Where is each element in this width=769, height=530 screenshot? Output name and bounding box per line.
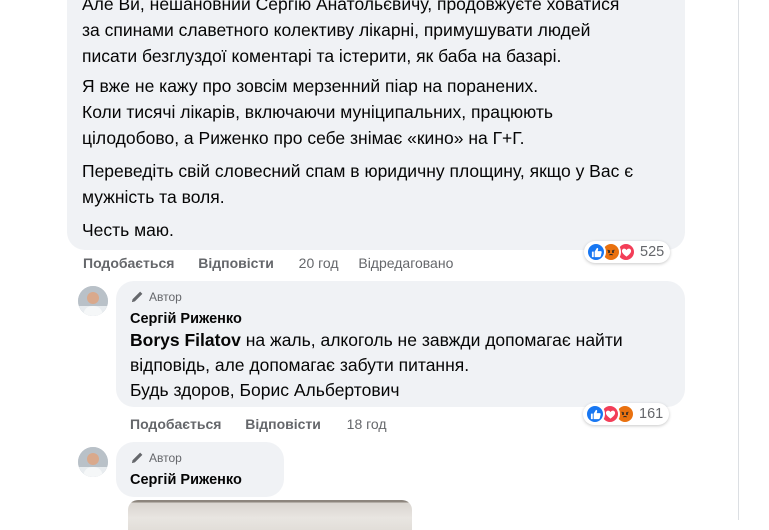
- comment-paragraph: Але Ви, нешановний Сергію Анатольєвичу, …: [82, 0, 619, 69]
- reply-text-line: Будь здоров, Борис Альбертович: [130, 380, 400, 400]
- author-badge-label: Автор: [149, 289, 182, 304]
- pencil-icon: [131, 452, 143, 464]
- comment-actions: Подобається Відповісти 20 год Відредагов…: [83, 255, 453, 271]
- avatar[interactable]: [78, 286, 108, 316]
- comment-line: мужність та воля.: [82, 187, 225, 207]
- comment-line: Переведіть свій словесний спам в юридичн…: [82, 161, 634, 181]
- comment-line: Я вже не кажу про зовсім мерзенний піар …: [82, 76, 539, 96]
- like-icon: [585, 404, 605, 424]
- author-badge-label: Автор: [149, 450, 182, 465]
- comment-line: Але Ви, нешановний Сергію Анатольєвичу, …: [82, 0, 620, 14]
- author-badge: Автор: [130, 289, 182, 304]
- comment-line: писати безглуздої коментарі та істерити,…: [82, 46, 562, 66]
- reaction-summary[interactable]: 161: [583, 403, 670, 425]
- comment-paragraph: Переведіть свій словесний спам в юридичн…: [82, 158, 633, 210]
- mention-link[interactable]: Borys Filatov: [130, 330, 241, 350]
- author-badge: Автор: [130, 450, 182, 465]
- reaction-count: 525: [640, 244, 665, 260]
- comment-line: Коли тисячі лікарів, включаючи муніципал…: [82, 102, 553, 122]
- comment-line: Честь маю.: [82, 220, 174, 240]
- reply-button[interactable]: Відповісти: [245, 416, 321, 432]
- like-button[interactable]: Подобається: [83, 255, 174, 271]
- image-attachment[interactable]: [128, 500, 412, 530]
- reply-text-line: відповідь, але допомагає забути питання.: [130, 355, 470, 375]
- comment-line: за спинами славетного колективу лікарні,…: [82, 20, 591, 40]
- like-button[interactable]: Подобається: [130, 416, 221, 432]
- like-icon: [586, 242, 606, 262]
- edited-label[interactable]: Відредаговано: [358, 255, 453, 271]
- comment-author[interactable]: Сергій Риженко: [130, 472, 242, 488]
- timestamp[interactable]: 18 год: [347, 416, 387, 432]
- reply-button[interactable]: Відповісти: [198, 255, 274, 271]
- comment-author[interactable]: Сергій Риженко: [130, 311, 242, 327]
- timestamp[interactable]: 20 год: [299, 255, 339, 271]
- scrollbar-track[interactable]: [738, 0, 739, 520]
- reaction-summary[interactable]: 525: [584, 241, 671, 263]
- comment-line: цілодобово, а Риженко про себе знімає «к…: [82, 128, 525, 148]
- reaction-count: 161: [639, 406, 664, 422]
- comment-paragraph: Честь маю.: [82, 217, 174, 243]
- reply-text-line: Borys Filatov на жаль, алкоголь не завжд…: [130, 328, 623, 353]
- pencil-icon: [131, 291, 143, 303]
- avatar[interactable]: [78, 447, 108, 477]
- comment-paragraph: Я вже не кажу про зовсім мерзенний піар …: [82, 73, 553, 151]
- comment-actions: Подобається Відповісти 18 год: [130, 416, 387, 432]
- reply-text: на жаль, алкоголь не завжди допомагає на…: [240, 330, 623, 350]
